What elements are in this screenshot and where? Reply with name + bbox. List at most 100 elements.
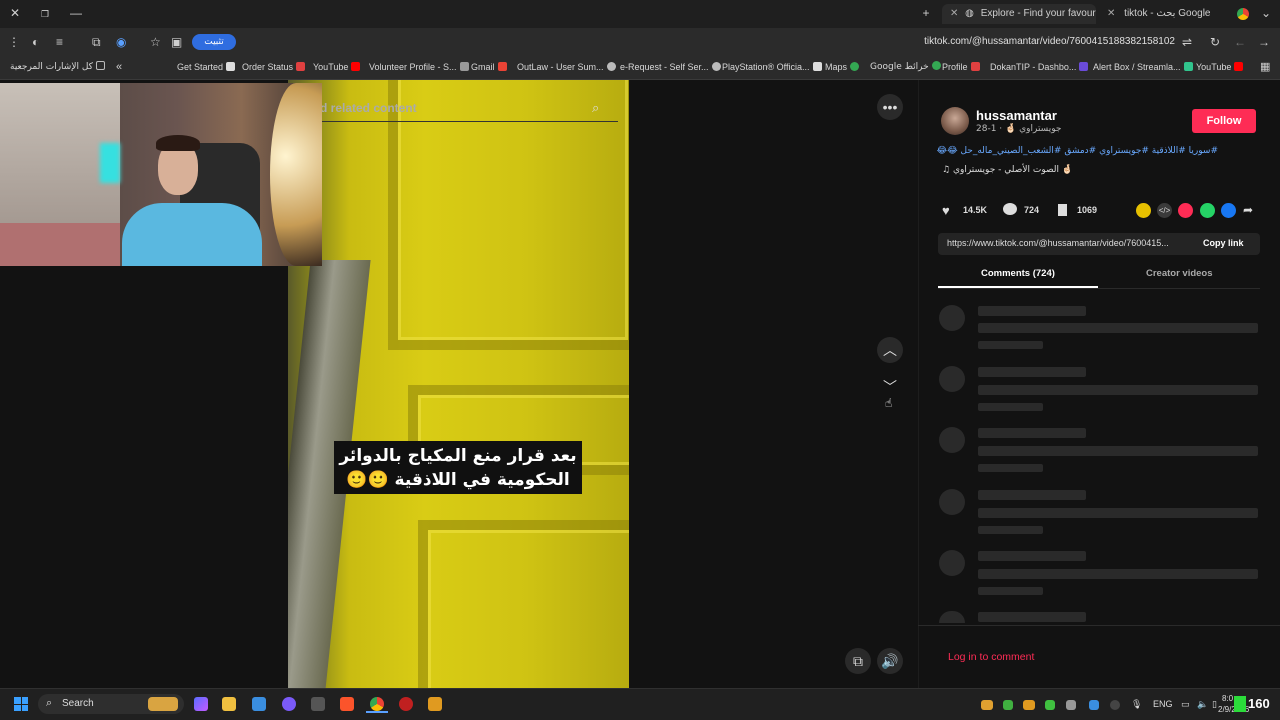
person-shirt: [122, 203, 262, 266]
device-icon[interactable]: ▣: [171, 35, 182, 49]
comment-skeleton-avatar: [939, 489, 965, 515]
send-icon[interactable]: [1178, 203, 1193, 218]
sound-label[interactable]: ♫ الصوت الأصلي - جويستراوي 🤞🏻: [942, 165, 1073, 175]
bookmark-get-started[interactable]: Get Started: [177, 60, 236, 74]
language-indicator[interactable]: ENG: [1153, 699, 1173, 709]
avatar[interactable]: [941, 107, 969, 135]
extensions-icon[interactable]: ⧉: [92, 35, 101, 49]
share-icon[interactable]: ➦: [1243, 203, 1253, 217]
forward-icon[interactable]: ←: [1234, 35, 1246, 49]
star-icon[interactable]: ☆: [150, 35, 161, 49]
close-icon[interactable]: ✕: [1107, 8, 1115, 19]
tab-comments[interactable]: Comments (724): [981, 268, 1055, 279]
related-search-box[interactable]: d related content ⌕: [290, 96, 618, 122]
bookmark-dokantip[interactable]: DokanTIP - Dashbo...: [990, 60, 1089, 74]
reload-icon[interactable]: ↻: [1210, 35, 1220, 49]
speaker-icon[interactable]: 🔈: [1197, 699, 1208, 710]
facebook-icon[interactable]: [1221, 203, 1236, 218]
restore-icon[interactable]: ❐: [38, 7, 52, 21]
heart-icon[interactable]: ♥: [942, 203, 950, 218]
profile-icon[interactable]: ◐: [32, 35, 39, 49]
chrome-icon[interactable]: [1237, 8, 1249, 20]
bookmark-order-status[interactable]: Order Status: [242, 60, 306, 74]
new-tab-icon[interactable]: +: [919, 6, 933, 20]
app-icon[interactable]: [428, 697, 442, 711]
browser-toolbar: ⋮ ◐ ≡ ⧉ ◉ ☆ ▣ تثبيت tiktok.com/@hussaman…: [0, 28, 1280, 56]
comment-skeleton-bar: [978, 385, 1258, 395]
bookmark-profile[interactable]: Profile: [942, 60, 980, 74]
copilot-icon[interactable]: [194, 697, 208, 711]
tray-icon[interactable]: [1110, 700, 1120, 710]
bookmark-youtube[interactable]: YouTube: [313, 60, 361, 74]
site-icon: [606, 62, 616, 71]
volume-icon[interactable]: 🔊: [877, 648, 903, 674]
whatsapp-icon[interactable]: [1200, 203, 1215, 218]
address-bar[interactable]: tiktok.com/@hussamantar/video/7600415188…: [880, 36, 1175, 47]
microphone-icon[interactable]: 🎙: [1131, 699, 1142, 710]
saves-count: 1069: [1077, 205, 1098, 215]
video-description[interactable]: #سوريا #اللاذقية #جويستراوي #دمشق #الشعب…: [937, 146, 1218, 156]
embed-icon[interactable]: </>: [1157, 203, 1172, 218]
comment-skeleton-bar: [978, 428, 1086, 438]
reading-list-icon[interactable]: ≡: [56, 35, 63, 49]
bookmark-label: Order Status: [242, 62, 294, 72]
tab-explore[interactable]: ✕ ◍ Explore - Find your favourite: [942, 4, 1096, 24]
video-player[interactable]: [288, 80, 629, 688]
clock-time[interactable]: 8:0: [1222, 694, 1233, 703]
tray-icon[interactable]: [1003, 700, 1013, 710]
apps-grid-icon[interactable]: ▦: [1260, 60, 1270, 74]
bookmark-youtube-2[interactable]: YouTube: [1196, 60, 1244, 74]
search-icon[interactable]: ⌕: [592, 101, 599, 115]
audio-icon[interactable]: ◉: [116, 35, 126, 49]
more-options-icon[interactable]: •••: [877, 94, 903, 120]
file-explorer-icon[interactable]: [222, 697, 236, 711]
follow-button[interactable]: Follow: [1192, 109, 1256, 133]
bookmark-alert-box[interactable]: Alert Box / Streamla...: [1093, 60, 1193, 74]
bookmark-volunteer[interactable]: Volunteer Profile - S...: [369, 60, 469, 74]
video-link[interactable]: https://www.tiktok.com/@hussamantar/vide…: [947, 238, 1191, 248]
chrome-icon[interactable]: [370, 697, 384, 711]
tray-icon[interactable]: [981, 700, 993, 710]
battery-icon[interactable]: ▯: [1212, 699, 1217, 710]
tab-google-search[interactable]: ✕ tiktok - بحث Google: [1099, 4, 1231, 24]
pip-icon[interactable]: ⧉: [845, 648, 871, 674]
bookmark-gmail[interactable]: Gmail: [471, 60, 507, 74]
comment-skeleton-bar: [978, 526, 1043, 534]
network-icon[interactable]: ▭: [1181, 699, 1190, 710]
tray-icon[interactable]: [1045, 700, 1055, 710]
store-icon[interactable]: [252, 697, 266, 711]
tune-icon[interactable]: ⇌: [1182, 35, 1192, 49]
tray-icon[interactable]: [1023, 700, 1035, 710]
comment-icon[interactable]: [1003, 203, 1017, 215]
obs-icon[interactable]: [399, 697, 413, 711]
windows-start-icon[interactable]: [14, 697, 28, 711]
back-icon[interactable]: →: [1258, 35, 1270, 49]
minimize-icon[interactable]: —: [69, 6, 83, 20]
taskbar-search[interactable]: ⌕ Search: [38, 694, 184, 714]
bookmark-erequest[interactable]: e-Request - Self Ser...: [620, 60, 721, 74]
menu-icon[interactable]: ⋮: [8, 35, 20, 49]
bookmark-all[interactable]: كل الإشارات المرجعية: [10, 60, 105, 74]
bookmark-icon[interactable]: [1058, 204, 1067, 216]
comment-skeleton-avatar: [939, 550, 965, 576]
tab-creator-videos[interactable]: Creator videos: [1146, 268, 1213, 279]
close-icon[interactable]: ✕: [950, 8, 958, 19]
brave-icon[interactable]: [340, 697, 354, 711]
gift-share-icon[interactable]: [1136, 203, 1151, 218]
copy-link-button[interactable]: Copy link: [1203, 238, 1244, 248]
bookmark-playstation[interactable]: PlayStation® Officia...: [722, 60, 822, 74]
install-button[interactable]: تثبيت: [192, 34, 236, 50]
login-to-comment[interactable]: Log in to comment: [948, 651, 1034, 663]
bookmark-google-maps[interactable]: Google خرائط: [870, 60, 941, 74]
chevron-down-icon[interactable]: ⌄: [1260, 6, 1272, 20]
double-chevron-icon[interactable]: «: [116, 60, 122, 74]
bookmark-outlaw[interactable]: OutLaw - User Sum...: [517, 60, 616, 74]
chevron-up-icon[interactable]: ︿: [877, 337, 903, 363]
app-icon[interactable]: [311, 697, 325, 711]
tray-icon[interactable]: [1066, 700, 1076, 710]
tray-icon[interactable]: [1089, 700, 1099, 710]
close-window-icon[interactable]: ✕: [8, 6, 22, 20]
author-username[interactable]: hussamantar: [976, 108, 1057, 123]
discord-icon[interactable]: [282, 697, 296, 711]
bookmark-maps[interactable]: Maps: [825, 60, 860, 74]
